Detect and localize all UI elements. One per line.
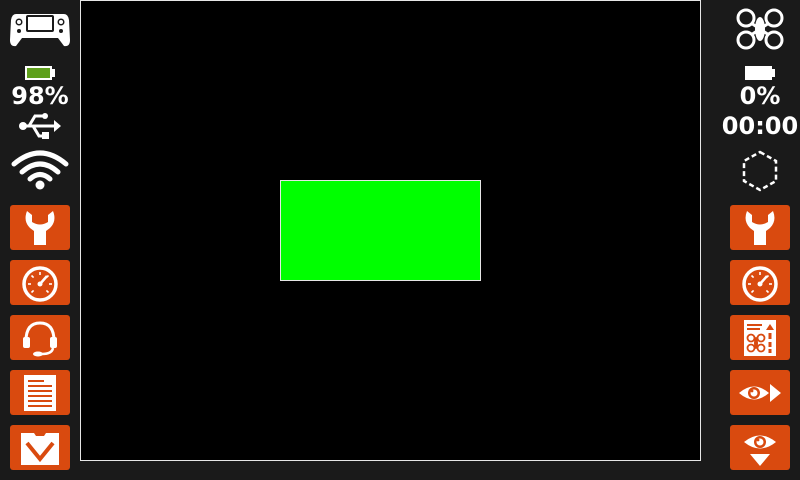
flight-timer: 00:00 (721, 112, 799, 140)
eye-down-icon (744, 435, 776, 466)
left-sidebar: 98% (0, 0, 80, 480)
battery-icon (745, 66, 775, 80)
headset-button[interactable] (10, 315, 70, 360)
gauge-button[interactable] (10, 260, 70, 305)
wrench-icon (25, 210, 55, 245)
hexagon-outline-icon (742, 150, 778, 192)
video-viewport[interactable] (80, 0, 701, 461)
battery-percent: 0% (739, 82, 781, 110)
gauge-icon (742, 265, 778, 302)
drone-icon (736, 8, 784, 50)
gauge-button[interactable] (730, 260, 790, 305)
wrench-button[interactable] (10, 205, 70, 250)
document-button[interactable] (10, 370, 70, 415)
eye-down-button[interactable] (730, 425, 790, 470)
headset-icon (23, 320, 57, 356)
eye-forward-icon (739, 383, 781, 402)
usb-icon (19, 113, 61, 139)
wrench-button[interactable] (730, 205, 790, 250)
gamepad-icon (10, 14, 70, 47)
battery-icon (25, 66, 55, 80)
selection-rectangle[interactable] (280, 180, 481, 281)
wifi-icon (11, 150, 69, 190)
wrench-icon (745, 210, 775, 245)
download-button[interactable] (10, 425, 70, 470)
battery-percent: 98% (11, 82, 69, 110)
gauge-icon (22, 265, 58, 302)
right-sidebar: 0% 00:00 (720, 0, 800, 480)
download-icon (21, 432, 59, 465)
drone-checklist-icon (744, 319, 776, 356)
document-icon (24, 374, 56, 411)
eye-forward-button[interactable] (730, 370, 790, 415)
drone-checklist-button[interactable] (730, 315, 790, 360)
